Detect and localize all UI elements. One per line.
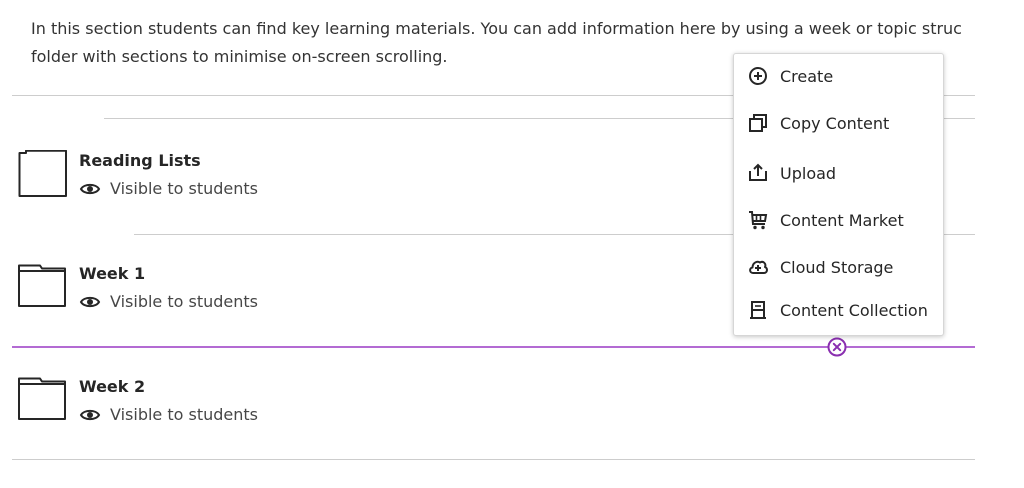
visibility-toggle[interactable]: Visible to students [79,291,258,313]
menu-item-label: Content Market [780,210,904,230]
collection-icon [750,301,766,319]
menu-item-create[interactable]: Create [734,58,943,94]
divider [12,459,975,460]
item-title[interactable]: Week 1 [79,263,145,285]
item-title[interactable]: Reading Lists [79,150,201,172]
item-title[interactable]: Week 2 [79,376,145,398]
content-item-week-2[interactable]: Week 2 Visible to students [18,376,518,440]
course-content-page: In this section students can find key le… [0,0,1024,488]
plus-circle-icon [749,67,767,85]
eye-icon [79,296,101,308]
visibility-label: Visible to students [110,405,258,424]
menu-item-label: Copy Content [780,113,890,133]
menu-item-label: Content Collection [780,300,928,320]
folder-icon [18,264,66,307]
close-menu-icon[interactable] [827,337,847,357]
menu-item-label: Create [780,66,834,86]
copy-icon [749,114,767,132]
content-item-week-1[interactable]: Week 1 Visible to students [18,263,518,327]
upload-icon [749,163,767,181]
cart-icon [749,211,768,230]
menu-item-content-collection[interactable]: Content Collection [734,292,943,328]
menu-item-copy-content[interactable]: Copy Content [734,105,943,141]
menu-item-cloud-storage[interactable]: Cloud Storage [734,249,943,285]
content-item-reading-lists[interactable]: Reading Lists Visible to students [18,150,518,214]
folder-icon [18,377,66,420]
menu-item-label: Upload [780,163,837,183]
description-line-1: In this section students can find key le… [31,19,962,38]
page-icon [18,150,67,197]
menu-item-label: Cloud Storage [780,257,894,277]
visibility-toggle[interactable]: Visible to students [79,404,258,426]
visibility-label: Visible to students [110,292,258,311]
eye-icon [79,183,101,195]
menu-item-upload[interactable]: Upload [734,155,943,191]
add-content-menu: Create Copy Content Upload Content Marke… [733,53,944,336]
visibility-toggle[interactable]: Visible to students [79,178,258,200]
menu-item-content-market[interactable]: Content Market [734,202,943,238]
cloud-icon [749,260,768,274]
eye-icon [79,409,101,421]
visibility-label: Visible to students [110,179,258,198]
